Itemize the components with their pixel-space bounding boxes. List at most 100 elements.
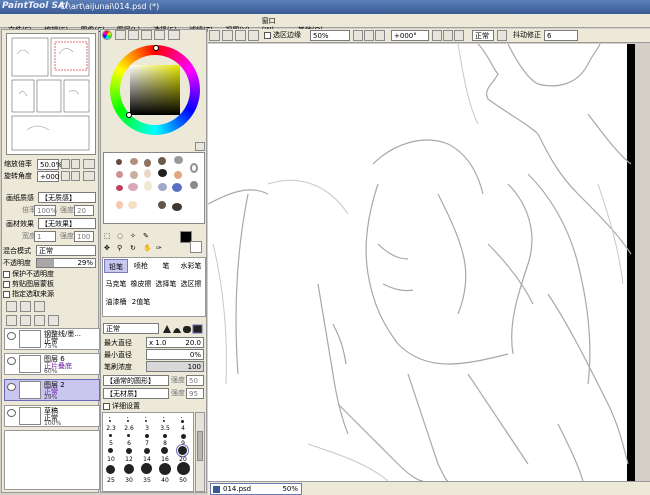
user-swatch-tab-icon[interactable] (168, 30, 180, 40)
layer-row[interactable]: 图层 6 正片叠底 60% (4, 353, 100, 375)
blend-mode-select[interactable]: 正常 (36, 245, 96, 256)
document-tab[interactable]: 014.psd 50% (210, 483, 302, 495)
visibility-eye-icon[interactable] (7, 332, 16, 340)
scratchpad-swatch[interactable] (116, 201, 123, 209)
brush-size-dot[interactable] (109, 434, 112, 437)
magic-wand-icon[interactable]: ✧ (130, 231, 136, 241)
brush-size-dot[interactable] (181, 420, 184, 423)
rgb-slider-tab-icon[interactable] (115, 30, 126, 40)
brush-size-dot[interactable] (181, 417, 182, 418)
scratchpad-swatch[interactable] (190, 181, 198, 189)
canvas-rotate-right-icon[interactable] (443, 30, 453, 41)
brush-palette-scrollbar[interactable] (195, 412, 205, 492)
merge-down-icon[interactable] (20, 315, 31, 326)
brush-size-dot[interactable] (141, 463, 152, 474)
zoom-icon[interactable]: ⚲ (117, 243, 122, 253)
density-slider[interactable]: 100 (146, 361, 204, 372)
new-linework-layer-icon[interactable] (34, 301, 45, 312)
navigator-preview[interactable] (6, 33, 96, 155)
clear-selection-icon[interactable] (248, 30, 259, 41)
scratchpad-swatch[interactable] (116, 159, 122, 165)
tool-watercolor[interactable]: 水彩笔 (179, 259, 203, 273)
saturation-value-square[interactable] (130, 65, 180, 115)
canvas-rotate-reset-icon[interactable] (454, 30, 464, 41)
brush-size-dot[interactable] (181, 434, 186, 439)
effect-select[interactable]: 【无效果】 (38, 218, 96, 229)
lasso-icon[interactable]: ◌ (117, 231, 123, 241)
tool-pencil[interactable]: 铅笔 (104, 259, 128, 273)
brush-size-dot[interactable] (127, 417, 128, 418)
rotate-left-button[interactable] (61, 171, 70, 181)
canvas-angle-select[interactable]: +000° (391, 30, 429, 41)
selection-edge-checkbox[interactable] (264, 31, 271, 39)
scratchpad-swatch[interactable] (158, 201, 166, 209)
brush-size-dot[interactable] (177, 462, 190, 475)
brush-size-dot[interactable] (108, 448, 113, 453)
canvas-zoom-in-icon[interactable] (364, 30, 374, 41)
canvas-view-mode-select[interactable]: 正常 (472, 30, 494, 41)
angle-value[interactable]: +000 (37, 171, 59, 182)
deselect-icon[interactable] (209, 30, 220, 41)
scratchpad-swatch[interactable] (158, 157, 166, 165)
brush-size-dot[interactable] (163, 420, 165, 422)
scratchpad-swatch[interactable] (158, 183, 167, 191)
brush-size-dot[interactable] (145, 420, 147, 422)
scratchpad-swatch[interactable] (144, 159, 151, 167)
layer-row[interactable]: 钢整线/墨... 正常 75% (4, 328, 100, 350)
brush-size-dot[interactable] (106, 465, 115, 474)
hue-wheel[interactable] (110, 45, 200, 135)
tool-binary-pen[interactable]: 2值笔 (129, 295, 153, 309)
scratchpad-swatch[interactable] (190, 163, 198, 173)
max-size-multiplier[interactable]: x 1.0 (149, 338, 167, 348)
scratchpad-swatch[interactable] (130, 171, 138, 179)
scratchpad-swatch[interactable] (172, 183, 182, 192)
canvas-fit-icon[interactable] (375, 30, 385, 41)
secondary-color-swatch[interactable] (190, 241, 202, 253)
opacity-slider[interactable]: 29% (36, 258, 96, 268)
new-folder-icon[interactable] (20, 301, 31, 312)
scratchpad-swatch[interactable] (116, 171, 123, 178)
scrollbar-thumb[interactable] (197, 431, 203, 461)
max-size-slider[interactable]: x 1.0 20.0 (146, 337, 204, 348)
canvas-viewport[interactable] (207, 43, 650, 482)
tool-airbrush[interactable]: 喷枪 (129, 259, 153, 273)
scratchpad-swatch[interactable] (158, 169, 167, 177)
brush-edge-presets[interactable] (162, 323, 204, 334)
detail-settings-option[interactable]: 详细设置 (103, 401, 140, 411)
paper-texture-select[interactable]: 【无质感】 (38, 192, 96, 203)
scratchpad-swatch[interactable] (174, 171, 182, 179)
crop-icon[interactable] (235, 30, 246, 41)
tool-bucket[interactable]: 油漆桶 (104, 295, 128, 309)
selection-edge-option[interactable]: 选区边缘 (264, 30, 301, 40)
min-size-slider[interactable]: 0% (146, 349, 204, 360)
zoom-in-button[interactable] (71, 159, 80, 169)
detail-settings-checkbox[interactable] (103, 402, 110, 410)
scratchpad-swatch[interactable] (128, 201, 137, 209)
tool-eraser[interactable]: 橡皮擦 (129, 277, 153, 291)
visibility-eye-icon[interactable] (7, 383, 16, 391)
layer-row[interactable]: 草稿 正常 100% (4, 405, 100, 427)
delete-layer-icon[interactable] (48, 315, 59, 326)
brush-size-dot-selected[interactable] (176, 444, 189, 457)
selection-source-option[interactable]: 指定选取来源 (3, 289, 54, 299)
brush-size-dot[interactable] (145, 417, 146, 418)
hue-marker[interactable] (153, 45, 159, 51)
brush-shape-select[interactable]: 【通常的圆形】 (103, 375, 169, 386)
scratchpad-swatch[interactable] (130, 158, 138, 165)
scratchpad-swatch[interactable] (128, 183, 138, 191)
canvas-zoom-select[interactable]: 50% (310, 30, 350, 41)
scratchpad-canvas[interactable] (103, 152, 205, 224)
zoom-reset-button[interactable] (83, 159, 95, 169)
brush-size-dot[interactable] (144, 448, 150, 454)
brush-size-dot[interactable] (109, 417, 110, 418)
tool-marker[interactable]: 马克笔 (104, 277, 128, 291)
eyedropper-icon[interactable]: ✎ (143, 231, 149, 241)
transfer-down-icon[interactable] (6, 315, 17, 326)
swatches-tab-icon[interactable] (141, 30, 152, 40)
move-icon[interactable]: ✥ (104, 243, 110, 253)
visibility-eye-icon[interactable] (7, 409, 16, 417)
brush-texture-select[interactable]: 【无材质】 (103, 388, 169, 399)
tool-select-pen[interactable]: 选择笔 (154, 277, 178, 291)
color-marker[interactable] (126, 112, 132, 118)
scratchpad-menu-icon[interactable] (195, 142, 205, 151)
